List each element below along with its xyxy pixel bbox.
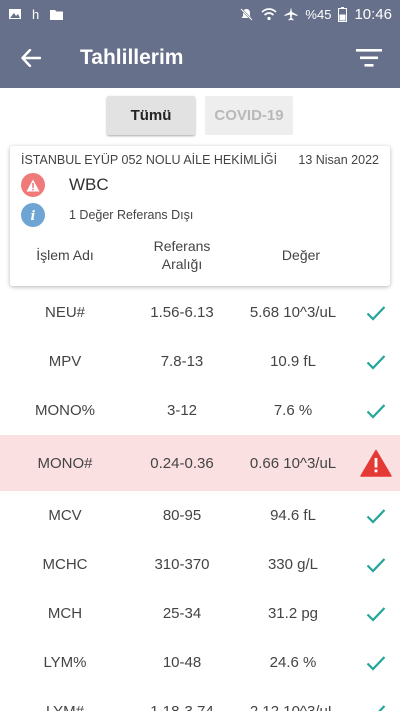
- table-row[interactable]: MPV 7.8-13 10.9 fL: [0, 337, 400, 386]
- result-name: NEU#: [44, 304, 85, 321]
- column-header-name: İşlem Adı: [36, 247, 94, 263]
- result-name: MCV: [48, 507, 82, 524]
- result-range: 80-95: [162, 507, 202, 524]
- result-range: 0.24-0.36: [150, 454, 214, 472]
- result-value: 31.2 pg: [267, 605, 319, 622]
- institution-name: İSTANBUL EYÜP 052 NOLU AİLE HEKİMLİĞİ: [21, 153, 278, 167]
- table-row[interactable]: MONO% 3-12 7.6 %: [0, 386, 400, 435]
- column-headers: İşlem Adı Referans Aralığı Değer: [10, 237, 390, 273]
- check-icon: [366, 557, 386, 573]
- svg-text:i: i: [31, 209, 36, 222]
- check-icon: [366, 606, 386, 622]
- result-value: 10.9 fL: [270, 353, 316, 370]
- result-name: MCH: [47, 605, 83, 622]
- table-row[interactable]: LYM# 1.18-3.74 2.12 10^3/uL: [0, 687, 400, 711]
- page-title: Tahlillerim: [80, 46, 184, 69]
- airplane-icon: [284, 7, 298, 21]
- segment-tabs: Tümü COVID-19: [0, 96, 400, 135]
- status-bar: h %45 10:46: [0, 0, 400, 28]
- battery-percent: %45: [305, 6, 332, 22]
- result-value: 0.66 10^3/uL: [249, 454, 337, 472]
- table-row[interactable]: LYM% 10-48 24.6 %: [0, 638, 400, 687]
- battery-icon: [338, 6, 348, 22]
- test-summary-card[interactable]: İSTANBUL EYÜP 052 NOLU AİLE HEKİMLİĞİ 13…: [10, 146, 390, 286]
- check-icon: [366, 305, 386, 321]
- check-icon: [377, 704, 386, 711]
- result-name: LYM#: [0, 703, 130, 711]
- h-icon: h: [32, 6, 40, 22]
- result-range: 3-12: [166, 402, 198, 419]
- tab-covid19[interactable]: COVID-19: [205, 96, 293, 135]
- test-name: WBC: [69, 175, 109, 194]
- test-date: 13 Nisan 2022: [298, 153, 379, 167]
- result-value: 330 g/L: [267, 556, 319, 573]
- table-row[interactable]: NEU# 1.56-6.13 5.68 10^3/uL: [0, 288, 400, 337]
- result-range: 1.18-3.74: [130, 703, 234, 711]
- result-value: 24.6 %: [269, 654, 317, 671]
- back-button[interactable]: [0, 28, 62, 88]
- check-icon: [366, 655, 386, 671]
- filter-button[interactable]: [338, 28, 400, 88]
- check-icon: [366, 403, 386, 419]
- info-icon: i: [21, 203, 45, 227]
- wifi-icon: [261, 7, 277, 21]
- result-range: 7.8-13: [160, 353, 204, 370]
- table-row[interactable]: MCV 80-95 94.6 fL: [0, 491, 400, 540]
- column-header-reference: Referans Aralığı: [153, 238, 211, 272]
- check-icon: [366, 354, 386, 370]
- column-header-value: Değer: [281, 247, 321, 263]
- tab-all[interactable]: Tümü: [107, 96, 195, 135]
- result-value: 2.12 10^3/uL: [234, 703, 352, 711]
- result-value: 5.68 10^3/uL: [249, 304, 337, 321]
- result-name: MCHC: [42, 556, 88, 573]
- result-range: 10-48: [162, 654, 202, 671]
- result-value: 7.6 %: [273, 402, 313, 419]
- result-range: 1.56-6.13: [150, 304, 214, 321]
- mute-icon: [239, 7, 254, 22]
- arrow-left-icon: [21, 49, 41, 67]
- result-range: 25-34: [162, 605, 202, 622]
- result-name: MONO%: [35, 402, 95, 419]
- app-bar: Tahlillerim: [0, 28, 400, 88]
- table-row[interactable]: MCHC 310-370 330 g/L: [0, 540, 400, 589]
- out-of-range-note: 1 Değer Referans Dışı: [69, 208, 194, 222]
- filter-icon: [356, 49, 382, 67]
- warning-icon: [360, 449, 392, 477]
- result-value: 94.6 fL: [270, 507, 316, 524]
- result-name: MPV: [48, 353, 82, 370]
- check-icon: [366, 508, 386, 524]
- result-name: LYM%: [43, 654, 87, 671]
- results-list: NEU# 1.56-6.13 5.68 10^3/uL MPV 7.8-13 1…: [0, 288, 400, 711]
- image-icon: [8, 7, 22, 21]
- table-row-alert[interactable]: MONO# 0.24-0.36 0.66 10^3/uL: [0, 435, 400, 491]
- result-range: 310-370: [154, 556, 210, 573]
- clock: 10:46: [354, 5, 392, 23]
- result-name: MONO#: [37, 454, 93, 472]
- folder-icon: [49, 8, 64, 21]
- warning-icon: [21, 173, 45, 197]
- table-row[interactable]: MCH 25-34 31.2 pg: [0, 589, 400, 638]
